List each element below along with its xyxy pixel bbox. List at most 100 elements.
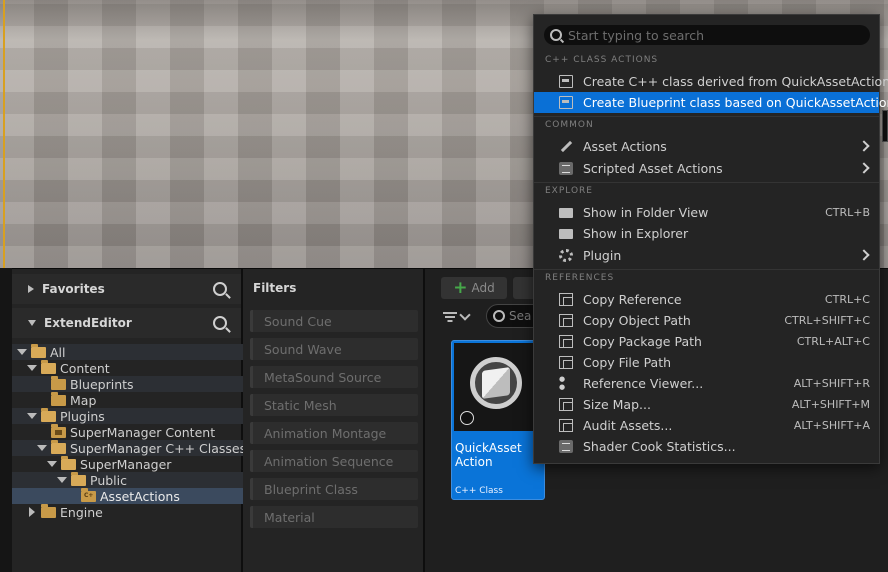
- menu-search-input[interactable]: Start typing to search: [544, 25, 870, 45]
- menu-item-label: Shader Cook Statistics...: [583, 439, 736, 454]
- menu-item-size-map[interactable]: Size Map... ALT+SHIFT+M: [534, 394, 879, 415]
- section-cpp-class-actions: C++ CLASS ACTIONS: [545, 55, 659, 65]
- plugin-folder-icon: [51, 423, 66, 438]
- expand-arrow-icon: [47, 461, 57, 467]
- tree-item-supermanager-content[interactable]: SuperManager Content: [12, 423, 280, 440]
- filter-static-mesh[interactable]: Static Mesh: [250, 394, 418, 416]
- menu-item-plugin[interactable]: Plugin: [534, 245, 879, 266]
- menu-item-copy-package-path[interactable]: Copy Package Path CTRL+ALT+C: [534, 331, 879, 352]
- filter-sound-cue[interactable]: Sound Cue: [250, 310, 418, 332]
- folder-open-icon: [71, 471, 86, 486]
- sources-panel: Favorites ExtendEditor All Content Bluep…: [12, 269, 310, 572]
- asset-tile-quickassetaction[interactable]: QuickAsset Action C++ Class: [451, 340, 545, 500]
- menu-item-reference-viewer[interactable]: Reference Viewer... ALT+SHIFT+R: [534, 373, 879, 394]
- tree-item-blueprints[interactable]: Blueprints: [12, 375, 280, 392]
- expand-arrow-icon: [27, 365, 37, 371]
- search-icon[interactable]: [213, 282, 227, 296]
- tree-item-plugins[interactable]: Plugins: [12, 407, 256, 424]
- search-icon[interactable]: [213, 316, 227, 330]
- favorites-header[interactable]: Favorites: [12, 274, 241, 304]
- audit-icon: [559, 419, 573, 432]
- menu-item-label: Reference Viewer...: [583, 376, 704, 391]
- menu-item-scripted-asset-actions[interactable]: Scripted Asset Actions: [534, 158, 879, 179]
- filters-panel: Filters Sound Cue Sound Wave MetaSound S…: [243, 269, 425, 572]
- tree-item-label: Public: [90, 472, 127, 488]
- add-button[interactable]: + Add: [441, 277, 507, 299]
- menu-item-label: Copy Package Path: [583, 334, 702, 349]
- wrench-icon: [559, 140, 573, 153]
- menu-item-label: Copy Reference: [583, 292, 682, 307]
- menu-item-shader-cook-statistics[interactable]: Shader Cook Statistics...: [534, 436, 879, 457]
- filter-animation-sequence[interactable]: Animation Sequence: [250, 450, 418, 472]
- menu-divider: [534, 182, 879, 183]
- menu-item-shortcut: CTRL+ALT+C: [796, 335, 870, 348]
- class-icon: [559, 75, 573, 88]
- copy-icon: [559, 293, 573, 306]
- folder-open-icon: [51, 439, 66, 454]
- menu-item-copy-object-path[interactable]: Copy Object Path CTRL+SHIFT+C: [534, 310, 879, 331]
- plugin-icon: [559, 249, 573, 262]
- section-common: COMMON: [545, 120, 594, 130]
- collapse-arrow-icon: [28, 285, 34, 293]
- filter-blueprint-class[interactable]: Blueprint Class: [250, 478, 418, 500]
- context-menu: Start typing to search C++ CLASS ACTIONS…: [533, 14, 888, 464]
- search-icon: [493, 310, 505, 322]
- tree-item-label: AssetActions: [100, 488, 180, 504]
- copy-icon: [559, 314, 573, 327]
- class-icon: [559, 96, 573, 109]
- tree-item-supermanager[interactable]: SuperManager: [12, 455, 276, 472]
- menu-item-copy-file-path[interactable]: Copy File Path: [534, 352, 879, 373]
- asset-thumbnail: [454, 343, 542, 431]
- tree-item-label: Content: [60, 360, 110, 376]
- asset-type: C++ Class: [455, 486, 503, 496]
- collapse-arrow-icon: [29, 507, 35, 517]
- menu-item-label: Audit Assets...: [583, 418, 673, 433]
- copy-icon: [559, 335, 573, 348]
- filter-metasound-source[interactable]: MetaSound Source: [250, 366, 418, 388]
- project-header[interactable]: ExtendEditor: [12, 308, 241, 338]
- folder-icon: [559, 229, 573, 239]
- tree-item-content[interactable]: Content: [12, 359, 256, 376]
- menu-item-create-cpp-class[interactable]: Create C++ class derived from QuickAsset…: [534, 71, 888, 92]
- filter-sound-wave[interactable]: Sound Wave: [250, 338, 418, 360]
- tree-item-supermanager-cpp-classes[interactable]: SuperManager C++ Classes: [12, 439, 266, 456]
- menu-item-copy-reference[interactable]: Copy Reference CTRL+C: [534, 289, 879, 310]
- folder-open-icon: [31, 343, 46, 358]
- filters-title: Filters: [253, 281, 297, 295]
- viewport-side-tab[interactable]: [882, 110, 888, 142]
- folder-open-icon: [41, 359, 56, 374]
- filter-dropdown[interactable]: [443, 309, 479, 325]
- menu-item-show-in-folder-view[interactable]: Show in Folder View CTRL+B: [534, 202, 879, 223]
- submenu-arrow-icon: [858, 162, 870, 174]
- filter-animation-montage[interactable]: Animation Montage: [250, 422, 418, 444]
- folder-open-icon: [61, 455, 76, 470]
- tree-item-all[interactable]: All: [12, 343, 246, 360]
- menu-item-asset-actions[interactable]: Asset Actions: [534, 136, 879, 157]
- folder-icon: [51, 375, 66, 390]
- plus-icon: +: [453, 278, 468, 298]
- reference-viewer-icon: [559, 375, 573, 391]
- copy-icon: [559, 356, 573, 369]
- tree-item-label: SuperManager: [80, 456, 172, 472]
- menu-item-label: Copy File Path: [583, 355, 672, 370]
- expand-arrow-icon: [27, 413, 37, 419]
- folder-open-icon: [41, 407, 56, 422]
- submenu-arrow-icon: [858, 249, 870, 261]
- tree-item-engine[interactable]: Engine: [12, 503, 256, 520]
- menu-item-create-blueprint-class[interactable]: Create Blueprint class based on QuickAss…: [534, 92, 888, 113]
- filter-material[interactable]: Material: [250, 506, 418, 528]
- chevron-down-icon: [459, 309, 471, 321]
- menu-item-show-in-explorer[interactable]: Show in Explorer: [534, 223, 879, 244]
- menu-item-label: Size Map...: [583, 397, 651, 412]
- tree-item-label: Map: [70, 392, 97, 408]
- add-label: Add: [471, 281, 495, 295]
- menu-item-label: Scripted Asset Actions: [583, 161, 723, 176]
- menu-item-audit-assets[interactable]: Audit Assets... ALT+SHIFT+A: [534, 415, 879, 436]
- tree-item-label: SuperManager Content: [70, 424, 216, 440]
- folder-icon: [559, 208, 573, 218]
- submenu-arrow-icon: [858, 140, 870, 152]
- tree-item-map[interactable]: Map: [12, 391, 280, 408]
- tree-item-label: Blueprints: [70, 376, 134, 392]
- tree-item-label: All: [50, 344, 66, 360]
- tree-item-label: Plugins: [60, 408, 105, 424]
